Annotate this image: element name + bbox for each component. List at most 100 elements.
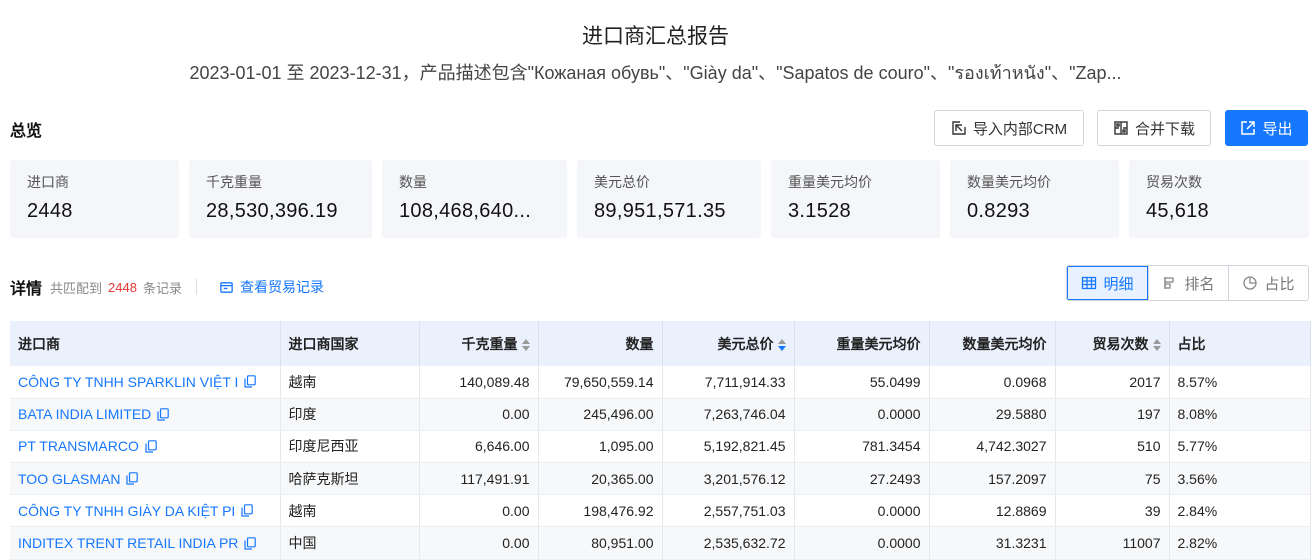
summary-card-qty-avg: 数量美元均价 0.8293 [950, 160, 1119, 238]
trades-cell: 39 [1055, 494, 1170, 528]
col-share: 占比 [1169, 321, 1311, 366]
card-value: 28,530,396.19 [206, 200, 338, 222]
qty-avg-cell: 4,742.3027 [929, 430, 1056, 464]
weight-avg-cell: 0.0000 [794, 526, 930, 560]
card-value: 0.8293 [967, 200, 1030, 222]
quantity-cell: 80,951.00 [538, 526, 663, 560]
qty-avg-cell: 12.8869 [929, 494, 1056, 528]
summary-card-total-usd: 美元总价 89,951,571.35 [577, 160, 761, 238]
view-trade-records-link[interactable]: 查看贸易记录 [219, 277, 324, 297]
share-cell: 3.56% [1169, 462, 1311, 496]
importer-cell[interactable]: BATA INDIA LIMITED [10, 398, 281, 431]
trades-cell: 197 [1055, 398, 1170, 431]
export-icon [1241, 121, 1256, 135]
col-weight-avg: 重量美元均价 [794, 321, 930, 366]
summary-card-weight: 千克重量 28,530,396.19 [189, 160, 372, 238]
importer-cell[interactable]: CÔNG TY TNHH GIÀY DA KIỆT PI [10, 494, 281, 528]
import-crm-button[interactable]: 导入内部CRM [934, 110, 1084, 146]
share-cell: 2.82% [1169, 526, 1311, 560]
tab-rank[interactable]: 排名 [1148, 266, 1228, 300]
importer-cell[interactable]: INDITEX TRENT RETAIL INDIA PR [10, 526, 281, 560]
import-crm-label: 导入内部CRM [972, 120, 1068, 138]
quantity-cell: 79,650,559.14 [538, 366, 663, 399]
share-cell: 8.08% [1169, 398, 1311, 431]
tab-detail[interactable]: 明细 [1067, 266, 1148, 300]
table-row[interactable]: CÔNG TY TNHH GIÀY DA KIỆT PI 越南 0.00 198,47… [10, 494, 1311, 528]
col-weight[interactable]: 千克重量 [419, 321, 539, 366]
summary-card-weight-avg: 重量美元均价 3.1528 [771, 160, 940, 238]
merge-download-button[interactable]: 合并下载 [1097, 110, 1211, 146]
col-qty-avg: 数量美元均价 [929, 321, 1056, 366]
copy-icon[interactable] [145, 440, 157, 453]
col-trades[interactable]: 贸易次数 [1055, 321, 1170, 366]
quantity-cell: 1,095.00 [538, 430, 663, 464]
weight-cell: 0.00 [419, 398, 539, 431]
weight-avg-cell: 781.3454 [794, 430, 930, 464]
sort-icon[interactable] [1152, 338, 1161, 351]
weight-cell: 140,089.48 [419, 366, 539, 399]
qty-avg-cell: 157.2097 [929, 462, 1056, 496]
col-total-usd[interactable]: 美元总价 [662, 321, 795, 366]
pie-chart-icon [1243, 276, 1258, 290]
table-row[interactable]: CÔNG TY TNHH SPARKLIN VIỆT I 越南 140,089.48… [10, 366, 1311, 399]
importer-cell[interactable]: TOO GLASMAN [10, 462, 281, 496]
table-row[interactable]: BATA INDIA LIMITED 印度 0.00 245,496.00 7,263,… [10, 398, 1311, 431]
card-label: 千克重量 [206, 174, 262, 190]
card-value: 108,468,640... [399, 200, 532, 222]
copy-icon[interactable] [244, 536, 257, 550]
importer-cell[interactable]: CÔNG TY TNHH SPARKLIN VIỆT I [10, 366, 281, 399]
table-row[interactable]: INDITEX TRENT RETAIL INDIA PR 中国 0.00 80,95… [10, 526, 1311, 560]
importer-name-link[interactable]: CÔNG TY TNHH GIÀY DA KIỆT PI [18, 503, 235, 519]
matched-prefix: 共匹配到 [50, 280, 103, 296]
importer-table: 进口商 进口商国家 千克重量 数量 美元总价 重量美元均价 数量美元均价 贸易次… [10, 321, 1311, 560]
weight-cell: 0.00 [419, 494, 539, 528]
country-cell: 越南 [280, 494, 420, 528]
qty-avg-cell: 31.3231 [929, 526, 1056, 560]
export-button[interactable]: 导出 [1225, 110, 1308, 146]
total-usd-cell: 3,201,576.12 [662, 462, 795, 496]
merge-download-label: 合并下载 [1134, 120, 1195, 138]
card-label: 重量美元均价 [788, 174, 872, 190]
details-bar: 详情 共匹配到 2448 条记录 查看贸易记录 [10, 275, 324, 299]
qty-avg-cell: 0.0968 [929, 366, 1056, 399]
card-label: 进口商 [27, 174, 69, 190]
card-value: 89,951,571.35 [594, 200, 726, 222]
card-label: 贸易次数 [1146, 174, 1202, 190]
card-value: 3.1528 [788, 200, 851, 222]
summary-card-importers: 进口商 2448 [10, 160, 179, 238]
sort-icon[interactable] [777, 338, 786, 351]
importer-name-link[interactable]: TOO GLASMAN [18, 471, 120, 487]
table-row[interactable]: TOO GLASMAN 哈萨克斯坦 117,491.91 20,365.00 3,201… [10, 462, 1311, 496]
table-row[interactable]: PT TRANSMARCO 印度尼西亚 6,646.00 1,095.00 5,192,… [10, 430, 1311, 464]
tab-rank-label: 排名 [1184, 275, 1215, 293]
weight-cell: 117,491.91 [419, 462, 539, 496]
share-cell: 8.57% [1169, 366, 1311, 399]
importer-name-link[interactable]: CÔNG TY TNHH SPARKLIN VIỆT I [18, 374, 238, 390]
country-cell: 哈萨克斯坦 [280, 462, 420, 496]
importer-name-link[interactable]: PT TRANSMARCO [18, 438, 139, 454]
copy-icon[interactable] [241, 504, 254, 517]
importer-cell[interactable]: PT TRANSMARCO [10, 430, 281, 464]
importer-name-link[interactable]: INDITEX TRENT RETAIL INDIA PR [18, 535, 238, 551]
quantity-cell: 198,476.92 [538, 494, 663, 528]
total-usd-cell: 2,557,751.03 [662, 494, 795, 528]
weight-avg-cell: 0.0000 [794, 494, 930, 528]
col-importer: 进口商 [10, 321, 281, 366]
summary-card-quantity: 数量 108,468,640... [382, 160, 567, 238]
importer-name-link[interactable]: BATA INDIA LIMITED [18, 406, 151, 422]
table-icon [1082, 276, 1097, 290]
share-cell: 2.84% [1169, 494, 1311, 528]
copy-icon[interactable] [244, 375, 257, 388]
copy-icon[interactable] [126, 472, 139, 485]
summary-card-trades: 贸易次数 45,618 [1129, 160, 1309, 238]
country-cell: 中国 [280, 526, 420, 560]
quantity-cell: 20,365.00 [538, 462, 663, 496]
trades-cell: 75 [1055, 462, 1170, 496]
sort-icon[interactable] [521, 338, 530, 351]
tab-share[interactable]: 占比 [1228, 266, 1308, 300]
weight-avg-cell: 0.0000 [794, 398, 930, 431]
card-label: 美元总价 [594, 174, 650, 190]
table-header: 进口商 进口商国家 千克重量 数量 美元总价 重量美元均价 数量美元均价 贸易次… [10, 321, 1311, 366]
copy-icon[interactable] [157, 407, 170, 421]
card-value: 45,618 [1146, 200, 1209, 222]
